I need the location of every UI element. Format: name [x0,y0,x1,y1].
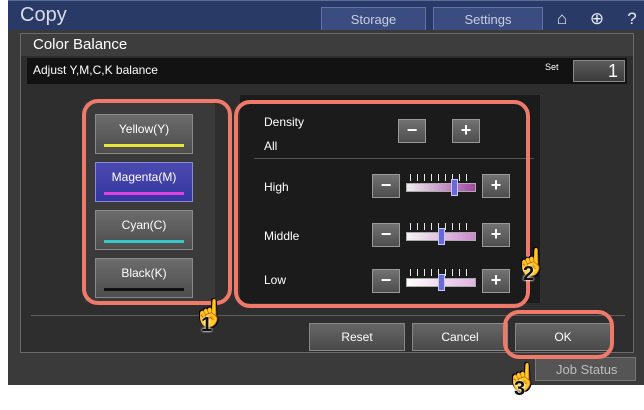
job-status-button[interactable]: Job Status [535,357,636,381]
callout-step-3: ☝ 3 [504,362,542,406]
step-number: 1 [201,314,213,336]
highlight-ok-button [503,310,614,359]
dialog-titlebar: Color Balance [21,34,633,56]
app-title: Copy [20,4,67,26]
cancel-button[interactable]: Cancel [412,323,508,351]
app-header: Copy Storage Settings ⌂ ⊕ ? [8,0,644,31]
callout-step-1: ☝ 1 [191,298,229,342]
set-number-field[interactable]: 1 [573,60,625,82]
dialog-title: Color Balance [33,36,128,53]
reset-button[interactable]: Reset [309,323,405,351]
tab-settings[interactable]: Settings [433,7,543,31]
tab-storage[interactable]: Storage [321,7,426,31]
highlight-adjust-panel [234,100,530,308]
help-icon[interactable]: ? [620,7,644,31]
highlight-color-buttons [82,99,232,305]
globe-icon[interactable]: ⊕ [585,7,609,31]
home-icon[interactable]: ⌂ [550,7,574,31]
callout-step-2: ☝ 2 [513,247,551,291]
set-label: Set [545,62,559,72]
step-number: 2 [523,263,535,285]
step-number: 3 [514,378,526,400]
dialog-subtitle: Adjust Y,M,C,K balance [33,63,158,77]
screenshot: Copy Storage Settings ⌂ ⊕ ? Job Status C… [0,0,644,410]
